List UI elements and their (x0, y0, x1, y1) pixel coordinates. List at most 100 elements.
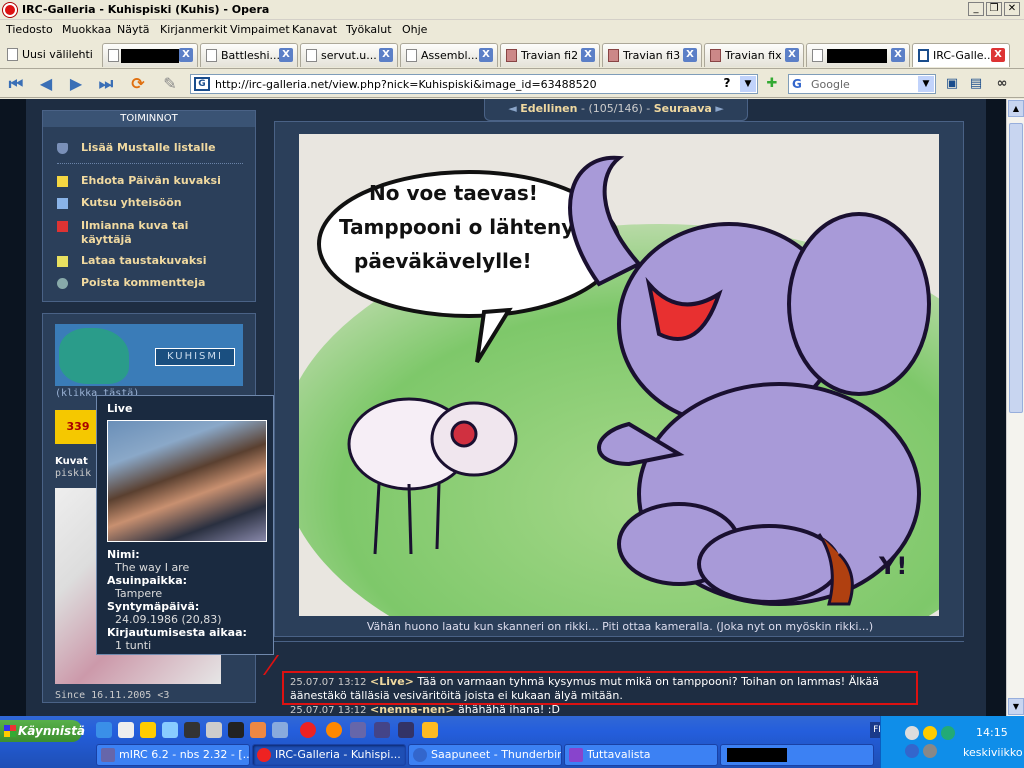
close-tab-icon[interactable]: X (379, 48, 393, 62)
app-icon[interactable] (374, 722, 390, 738)
security-icon[interactable] (923, 726, 937, 740)
wallpaper-icon (57, 256, 68, 267)
menu-ohje[interactable]: Ohje (402, 23, 427, 36)
tab-travian-fi3[interactable]: Travian fi3 X (602, 43, 702, 67)
explorer-icon[interactable] (250, 722, 266, 738)
ie-icon[interactable] (96, 722, 112, 738)
opera-icon[interactable] (300, 722, 316, 738)
firefox-icon[interactable] (326, 722, 342, 738)
clock-tray-icon[interactable] (905, 726, 919, 740)
network-tray-icon[interactable] (941, 726, 955, 740)
close-tab-icon[interactable]: X (891, 48, 905, 62)
fast-forward-icon[interactable]: ⏭ (96, 74, 116, 94)
help-icon[interactable]: ? (719, 76, 735, 92)
menu-kanavat[interactable]: Kanavat (292, 23, 337, 36)
link-label: Kutsu yhteisöön (81, 196, 182, 209)
sep: - (646, 102, 651, 115)
address-field[interactable]: G http://irc-galleria.net/view.php?nick=… (190, 74, 758, 94)
next-link[interactable]: Seuraava (654, 102, 712, 115)
cartoon-image[interactable]: No voe taevas! Tamppooni o lähteny päevä… (299, 134, 939, 616)
menu-nayta[interactable]: Näytä (117, 23, 150, 36)
forward-icon[interactable]: ▶ (66, 74, 86, 94)
tab-assembly[interactable]: Assembl... X (400, 43, 498, 67)
close-tab-icon[interactable]: X (479, 48, 493, 62)
mirc-icon[interactable] (350, 722, 366, 738)
menu-kirjanmerkit[interactable]: Kirjanmerkit (160, 23, 227, 36)
previous-link[interactable]: Edellinen (520, 102, 577, 115)
login-value: 1 tunti (115, 639, 152, 652)
galleria-toolbar-icon[interactable]: ▣ (942, 74, 962, 94)
next-arrow-icon[interactable]: ► (715, 102, 723, 115)
navigation-bar: ⏮ ◀ ▶ ⏭ ⟳ ✎ G http://irc-galleria.net/vi… (0, 70, 1024, 98)
glasses-icon[interactable]: ∞ (992, 74, 1012, 94)
menu-muokkaa[interactable]: Muokkaa (62, 23, 111, 36)
task-redacted[interactable] (720, 744, 874, 766)
task-mirc[interactable]: mIRC 6.2 - nbs 2.32 - [... (96, 744, 250, 766)
tab-bar: Uusi välilehti X Battleshi... X servut.u… (0, 40, 1024, 69)
app-icon[interactable] (272, 722, 288, 738)
tool-icon[interactable] (422, 722, 438, 738)
close-button[interactable]: ✕ (1004, 2, 1020, 16)
person-icon (608, 49, 619, 62)
panel-icon[interactable]: ▤ (966, 74, 986, 94)
scroll-thumb[interactable] (1009, 123, 1023, 413)
reload-icon[interactable]: ⟳ (128, 74, 148, 94)
mirc-icon (101, 748, 115, 762)
close-tab-icon[interactable]: X (785, 48, 799, 62)
task-opera[interactable]: IRC-Galleria - Kuhispi... (252, 744, 406, 766)
redacted-label (827, 49, 887, 63)
search-placeholder: Google (811, 78, 850, 91)
close-tab-icon[interactable]: X (179, 48, 193, 62)
terminal-icon[interactable] (184, 722, 200, 738)
tab-new[interactable]: Uusi välilehti (2, 43, 100, 67)
comment-nick[interactable]: <nenna-nen> (370, 703, 455, 716)
tab-servut[interactable]: servut.u... X (300, 43, 398, 67)
tab-battleship[interactable]: Battleshi... X (200, 43, 298, 67)
tab-redacted-1[interactable]: X (102, 43, 198, 67)
menu-tiedosto[interactable]: Tiedosto (6, 23, 53, 36)
search-input[interactable]: G Google ▼ (788, 74, 936, 94)
comment-nick[interactable]: <Live> (370, 675, 414, 688)
email-icon[interactable] (118, 722, 134, 738)
add-bookmark-icon[interactable]: ✚ (762, 74, 782, 94)
tab-irc-galleria[interactable]: IRC-Galle... X (912, 43, 1010, 67)
tab-travian-fix[interactable]: Travian fix X (704, 43, 804, 67)
rewind-icon[interactable]: ⏮ (6, 74, 26, 94)
vertical-scrollbar[interactable]: ▲ ▼ (1006, 99, 1024, 716)
user-popup: Live Nimi: The way I are Asuinpaikka: Ta… (96, 395, 274, 655)
volume-icon[interactable] (923, 744, 937, 758)
image-caption: Vähän huono laatu kun skanneri on rikki.… (366, 620, 874, 633)
start-button[interactable]: Käynnistä (0, 720, 85, 742)
close-tab-icon[interactable]: X (991, 48, 1005, 62)
close-tab-icon[interactable]: X (581, 48, 595, 62)
close-tab-icon[interactable]: X (683, 48, 697, 62)
monitor-icon[interactable] (228, 722, 244, 738)
link-label: Ilmianna kuva tai käyttäjä (81, 219, 189, 246)
back-icon[interactable]: ◀ (36, 74, 56, 94)
location-value: Tampere (115, 587, 163, 600)
tab-redacted-2[interactable]: X (806, 43, 910, 67)
app-icon[interactable] (398, 722, 414, 738)
search-dropdown-icon[interactable]: ▼ (918, 76, 934, 92)
close-tab-icon[interactable]: X (279, 48, 293, 62)
minimize-button[interactable]: _ (968, 2, 984, 16)
page-icon (206, 49, 217, 62)
network-icon[interactable] (162, 722, 178, 738)
prev-arrow-icon[interactable]: ◄ (508, 102, 516, 115)
tab-travian-fi2[interactable]: Travian fi2 X (500, 43, 600, 67)
profile-banner[interactable]: KUHISMI (55, 324, 243, 386)
clock[interactable]: 14:15 (976, 726, 1008, 739)
maximize-button[interactable]: ❐ (986, 2, 1002, 16)
app-icon[interactable] (206, 722, 222, 738)
app-tray-icon[interactable] (905, 744, 919, 758)
task-contacts[interactable]: Tuttavalista (564, 744, 718, 766)
scroll-down-icon[interactable]: ▼ (1008, 698, 1024, 715)
edit-icon[interactable]: ✎ (160, 74, 180, 94)
menu-tyokalut[interactable]: Työkalut (346, 23, 392, 36)
menu-vimpaimet[interactable]: Vimpaimet (230, 23, 290, 36)
since-text: Since 16.11.2005 <3 (55, 690, 170, 701)
scroll-up-icon[interactable]: ▲ (1008, 100, 1024, 117)
folder-icon[interactable] (140, 722, 156, 738)
url-dropdown-icon[interactable]: ▼ (740, 76, 756, 92)
task-thunderbird[interactable]: Saapuneet - Thunderbird (408, 744, 562, 766)
